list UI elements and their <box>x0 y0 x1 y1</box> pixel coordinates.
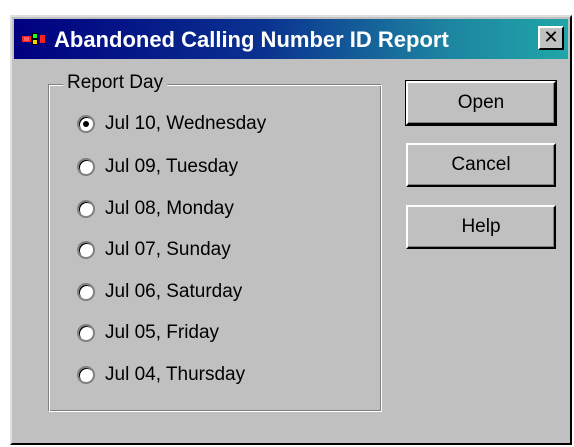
window-title: Abandoned Calling Number ID Report <box>54 27 449 52</box>
radio-button[interactable] <box>77 200 95 218</box>
radio-button[interactable] <box>77 158 95 176</box>
help-button[interactable]: Help <box>406 205 556 249</box>
radio-option-jul-07[interactable]: Jul 07, Sunday <box>77 237 231 263</box>
radio-label: Jul 06, Saturday <box>105 281 243 302</box>
radio-option-jul-04[interactable]: Jul 04, Thursday <box>77 362 245 388</box>
close-icon[interactable]: ✕ <box>538 26 564 50</box>
report-dialog: Abandoned Calling Number ID Report ✕ Rep… <box>10 15 572 445</box>
app-icon <box>22 31 50 47</box>
radio-selected-dot <box>83 121 89 127</box>
radio-button[interactable] <box>77 366 95 384</box>
radio-button[interactable] <box>77 283 95 301</box>
cancel-button[interactable]: Cancel <box>406 143 556 187</box>
open-button[interactable]: Open <box>405 80 557 126</box>
radio-option-jul-09[interactable]: Jul 09, Tuesday <box>77 154 238 180</box>
radio-button[interactable] <box>77 241 95 259</box>
radio-label: Jul 07, Sunday <box>105 239 231 260</box>
radio-button[interactable] <box>77 324 95 342</box>
radio-label: Jul 10, Wednesday <box>105 113 267 134</box>
radio-button[interactable] <box>77 115 95 133</box>
radio-option-jul-05[interactable]: Jul 05, Friday <box>77 320 219 346</box>
radio-label: Jul 08, Monday <box>105 198 234 219</box>
radio-label: Jul 09, Tuesday <box>105 156 239 177</box>
radio-label: Jul 04, Thursday <box>105 364 246 385</box>
radio-label: Jul 05, Friday <box>105 322 220 343</box>
radio-option-jul-08[interactable]: Jul 08, Monday <box>77 196 234 222</box>
radio-option-jul-10[interactable]: Jul 10, Wednesday <box>77 111 266 137</box>
title-bar[interactable]: Abandoned Calling Number ID Report ✕ <box>14 19 568 59</box>
report-day-group: Report Day Jul 10, Wednesday Jul 09, Tue… <box>48 71 382 412</box>
radio-option-jul-06[interactable]: Jul 06, Saturday <box>77 279 242 305</box>
report-day-label: Report Day <box>63 71 168 95</box>
